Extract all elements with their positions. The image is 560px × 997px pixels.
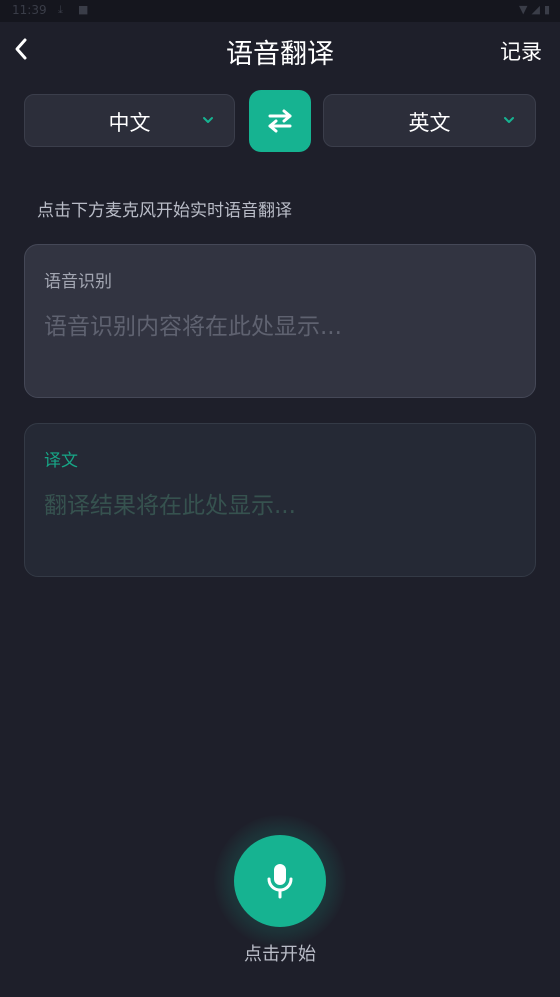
notification-icon: ■	[78, 3, 89, 16]
status-icons: ▼ ◢ ▮	[519, 3, 550, 16]
page-title: 语音翻译	[226, 39, 334, 70]
swap-languages-button[interactable]	[249, 90, 311, 152]
recognition-placeholder: 语音识别内容将在此处显示...	[44, 314, 342, 340]
source-language-select[interactable]: 中文	[24, 94, 235, 147]
swap-arrows-icon	[268, 109, 292, 133]
chevron-down-icon	[504, 117, 514, 123]
target-language-select[interactable]: 英文	[323, 94, 536, 147]
app-header: 语音翻译 记录	[0, 22, 560, 78]
battery-icon: ▮	[543, 3, 550, 16]
signal-icon: ◢	[531, 3, 540, 16]
microphone-button[interactable]	[234, 835, 326, 927]
microphone-icon	[267, 864, 293, 899]
instruction-hint: 点击下方麦克风开始实时语音翻译	[37, 201, 292, 221]
status-time: 11:39	[12, 3, 47, 17]
chevron-down-icon	[203, 117, 213, 123]
translation-label: 译文	[44, 451, 78, 471]
wifi-icon: ▼	[519, 3, 528, 16]
status-bar: 11:39 ⤓ ■ ▼ ◢ ▮	[0, 0, 560, 22]
recognition-label: 语音识别	[44, 272, 112, 292]
translation-placeholder: 翻译结果将在此处显示...	[44, 493, 296, 519]
mic-caption: 点击开始	[244, 944, 316, 965]
download-icon: ⤓	[58, 3, 63, 16]
history-button[interactable]: 记录	[500, 36, 542, 66]
recognition-card: 语音识别 语音识别内容将在此处显示...	[24, 244, 536, 398]
translation-card: 译文 翻译结果将在此处显示...	[24, 423, 536, 577]
